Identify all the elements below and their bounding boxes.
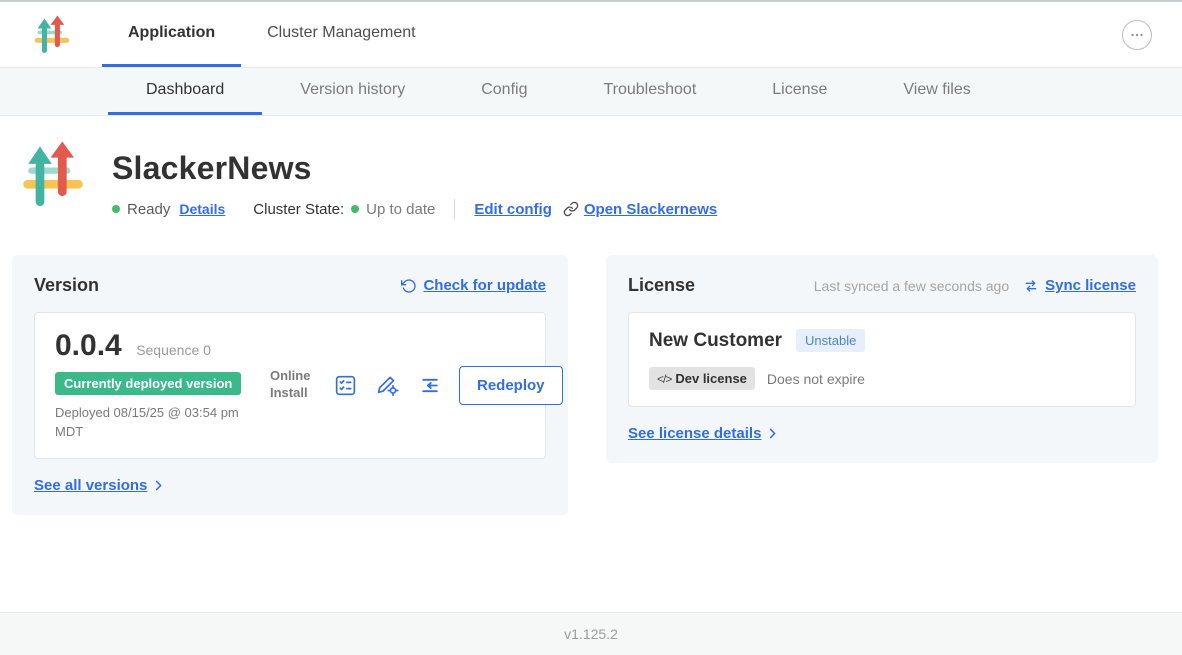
divider (454, 199, 455, 219)
primary-nav: Application Cluster Management (102, 2, 442, 67)
see-license-details-label: See license details (628, 425, 761, 442)
subnav-item-version-history[interactable]: Version history (262, 68, 443, 115)
edit-config-link[interactable]: Edit config (474, 201, 552, 218)
license-card: License Last synced a few seconds ago Sy… (606, 255, 1158, 463)
dashboard-main: SlackerNews Ready Details Cluster State:… (0, 116, 1182, 515)
see-license-details-link[interactable]: See license details (628, 425, 780, 442)
app-icon (22, 140, 84, 210)
tab-cluster-management[interactable]: Cluster Management (241, 2, 442, 67)
page-title: SlackerNews (112, 150, 717, 187)
details-link[interactable]: Details (179, 201, 225, 217)
release-notes-icon[interactable] (333, 373, 358, 398)
subnav-item-troubleshoot[interactable]: Troubleshoot (565, 68, 734, 115)
ellipsis-icon (1128, 26, 1146, 44)
app-hero: SlackerNews Ready Details Cluster State:… (0, 116, 1182, 219)
customer-name: New Customer (649, 330, 782, 352)
sync-icon (1023, 278, 1039, 294)
ready-status-dot (112, 205, 120, 213)
see-all-versions-label: See all versions (34, 477, 147, 494)
edit-config-icon[interactable] (375, 373, 400, 398)
cluster-state-dot (351, 205, 359, 213)
version-info: 0.0.4 Sequence 0 Currently deployed vers… (55, 329, 270, 442)
cluster-state-label: Cluster State: (253, 201, 344, 218)
version-actions: Online Install (270, 366, 563, 405)
version-card-title: Version (34, 275, 99, 296)
deployed-badge: Currently deployed version (55, 372, 241, 395)
license-details-box: New Customer Unstable </> Dev license Do… (628, 312, 1136, 407)
license-card-title: License (628, 275, 695, 296)
open-app-label: Open Slackernews (584, 201, 717, 218)
secondary-nav: Dashboard Version history Config Trouble… (0, 68, 1182, 116)
channel-badge: Unstable (796, 329, 865, 352)
app-footer: v1.125.2 (0, 612, 1182, 655)
link-icon (563, 201, 579, 217)
code-icon: </> (657, 372, 671, 386)
refresh-icon (401, 278, 417, 294)
current-version-box: 0.0.4 Sequence 0 Currently deployed vers… (34, 312, 546, 459)
license-expiry: Does not expire (767, 371, 865, 387)
tab-application[interactable]: Application (102, 2, 241, 67)
redeploy-button[interactable]: Redeploy (459, 366, 563, 405)
license-card-header: License Last synced a few seconds ago Sy… (628, 275, 1136, 296)
chevron-right-icon (765, 426, 780, 441)
check-for-update-label: Check for update (423, 277, 546, 294)
ready-status-label: Ready (127, 201, 170, 218)
open-app-link[interactable]: Open Slackernews (563, 201, 717, 218)
subnav-item-dashboard[interactable]: Dashboard (108, 68, 262, 115)
deploy-logs-icon[interactable] (417, 373, 442, 398)
cluster-state-value: Up to date (366, 201, 435, 218)
subnav-item-config[interactable]: Config (443, 68, 565, 115)
overflow-menu-button[interactable] (1122, 20, 1152, 50)
dashboard-cards: Version Check for update 0.0.4 Seq (12, 255, 1158, 515)
license-type-label: Dev license (675, 371, 747, 386)
version-card-header: Version Check for update (34, 275, 546, 296)
sync-license-link[interactable]: Sync license (1023, 277, 1136, 294)
app-status-row: Ready Details Cluster State: Up to date … (112, 199, 717, 219)
deployed-timestamp: Deployed 08/15/25 @ 03:54 pm MDT (55, 404, 270, 442)
subnav-item-license[interactable]: License (734, 68, 865, 115)
app-header: Application Cluster Management (0, 2, 1182, 68)
version-card: Version Check for update 0.0.4 Seq (12, 255, 568, 515)
install-type-label: Online Install (270, 368, 316, 402)
chevron-right-icon (151, 478, 166, 493)
version-number: 0.0.4 (55, 329, 122, 362)
check-for-update-link[interactable]: Check for update (401, 277, 546, 294)
see-all-versions-link[interactable]: See all versions (34, 477, 166, 494)
version-sequence: Sequence 0 (136, 342, 211, 358)
subnav-item-view-files[interactable]: View files (865, 68, 1008, 115)
app-logo-icon (34, 14, 70, 56)
license-type-badge: </> Dev license (649, 367, 755, 390)
sync-license-label: Sync license (1045, 277, 1136, 294)
last-synced-label: Last synced a few seconds ago (814, 278, 1009, 294)
console-version: v1.125.2 (564, 626, 618, 642)
